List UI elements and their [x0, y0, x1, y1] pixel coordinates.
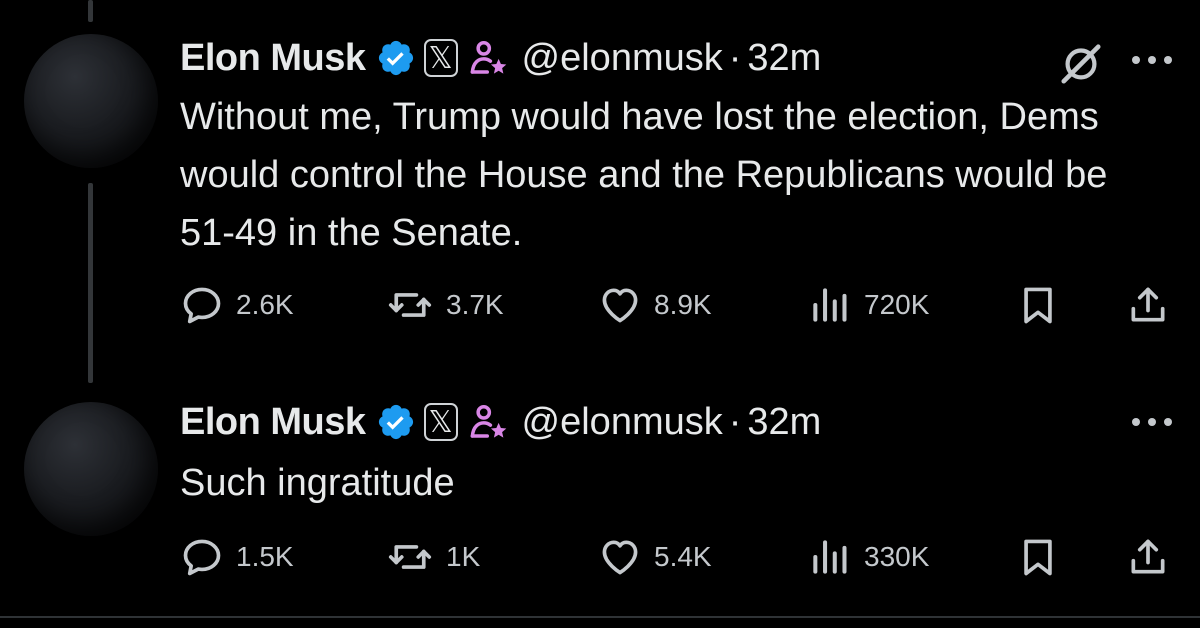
- tweet-actions: 1.5K 1K 5.4K 330K: [180, 532, 1170, 582]
- views-count: 720K: [864, 289, 930, 320]
- affiliate-person-icon: [468, 37, 510, 79]
- like-button[interactable]: 5.4K: [598, 532, 712, 582]
- reply-icon: [183, 287, 221, 324]
- share-button[interactable]: [1126, 532, 1170, 582]
- tweet[interactable]: Elon Musk 𝕏 @elonmusk · 32m Such ingrati…: [0, 390, 1200, 615]
- avatar[interactable]: [24, 402, 158, 536]
- retweet-count: 1K: [446, 541, 481, 572]
- tweet[interactable]: Elon Musk 𝕏 @elonmusk · 32m Without me, …: [0, 0, 1200, 390]
- bookmark-button[interactable]: [1016, 532, 1060, 582]
- separator-dot: ·: [728, 36, 742, 79]
- avatar[interactable]: [24, 34, 158, 168]
- reply-count: 2.6K: [236, 289, 294, 320]
- affiliate-person-icon: [468, 401, 510, 443]
- tweet-header: Elon Musk 𝕏 @elonmusk · 32m: [180, 28, 821, 88]
- tweet-text: Such ingratitude: [180, 462, 455, 504]
- author-name[interactable]: Elon Musk: [180, 37, 366, 80]
- retweet-icon: [388, 545, 432, 569]
- share-button[interactable]: [1126, 280, 1170, 330]
- share-icon: [1131, 539, 1165, 574]
- views-button[interactable]: 330K: [808, 532, 929, 582]
- retweet-button[interactable]: 3.7K: [386, 280, 504, 330]
- verified-badge-icon: [376, 38, 416, 78]
- retweet-count: 3.7K: [446, 289, 504, 320]
- more-options-icon[interactable]: [1128, 52, 1176, 68]
- grok-icon[interactable]: [1058, 40, 1104, 86]
- retweet-icon: [388, 293, 432, 317]
- reply-button[interactable]: 2.6K: [180, 280, 294, 330]
- share-icon: [1131, 287, 1165, 322]
- reply-icon: [183, 539, 221, 576]
- bookmark-icon: [1024, 539, 1052, 576]
- reply-count: 1.5K: [236, 541, 294, 572]
- author-handle[interactable]: @elonmusk: [522, 37, 723, 80]
- more-options-icon[interactable]: [1128, 414, 1176, 430]
- author-handle[interactable]: @elonmusk: [522, 401, 723, 444]
- retweet-button[interactable]: 1K: [386, 532, 480, 582]
- like-count: 8.9K: [654, 289, 712, 320]
- x-affiliation-badge-icon[interactable]: 𝕏: [423, 39, 458, 77]
- reply-button[interactable]: 1.5K: [180, 532, 294, 582]
- bookmark-button[interactable]: [1016, 280, 1060, 330]
- x-affiliation-badge-icon[interactable]: 𝕏: [423, 403, 458, 441]
- like-button[interactable]: 8.9K: [598, 280, 712, 330]
- author-name[interactable]: Elon Musk: [180, 401, 366, 444]
- views-count: 330K: [864, 541, 930, 572]
- views-button[interactable]: 720K: [808, 280, 929, 330]
- like-count: 5.4K: [654, 541, 712, 572]
- tweet-timestamp[interactable]: 32m: [747, 401, 821, 444]
- divider: [0, 616, 1200, 618]
- bookmark-icon: [1024, 287, 1052, 324]
- separator-dot: ·: [728, 400, 742, 443]
- tweet-timestamp[interactable]: 32m: [747, 37, 821, 80]
- views-chart-icon: [813, 288, 847, 322]
- tweet-text: Without me, Trump would have lost the el…: [180, 96, 1118, 254]
- tweet-header: Elon Musk 𝕏 @elonmusk · 32m: [180, 392, 821, 452]
- verified-badge-icon: [376, 402, 416, 442]
- heart-icon: [602, 540, 638, 575]
- views-chart-icon: [813, 540, 847, 574]
- heart-icon: [602, 288, 638, 323]
- tweet-actions: 2.6K 3.7K 8.9K 720K: [180, 280, 1170, 330]
